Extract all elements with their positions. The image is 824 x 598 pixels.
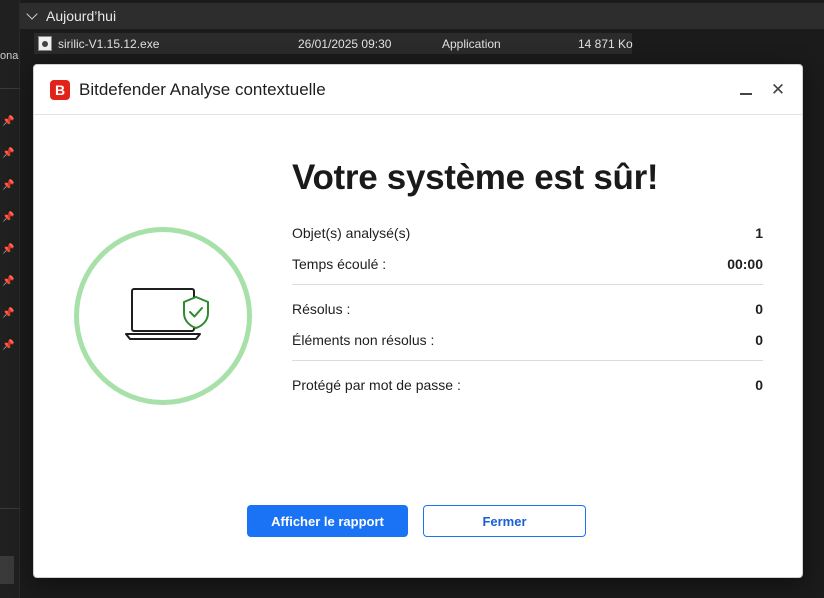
stat-label: Résolus : [292,301,351,317]
file-group-header[interactable]: Aujourd’hui [20,3,824,29]
close-icon[interactable]: ✕ [766,79,790,101]
stat-label: Éléments non résolus : [292,332,435,348]
stats-divider [292,284,763,285]
dialog-titlebar: B Bitdefender Analyse contextuelle ✕ [34,65,802,115]
minimize-button[interactable] [734,81,758,101]
file-date: 26/01/2025 09:30 [298,37,392,51]
stat-value: 1 [755,225,763,241]
stat-label: Objet(s) analysé(s) [292,225,411,241]
pin-icon[interactable]: 📌 [2,340,14,352]
stat-password-protected: Protégé par mot de passe : 0 [292,377,763,397]
stat-label: Temps écoulé : [292,256,387,272]
pin-icon[interactable]: 📌 [2,212,14,224]
nav-cut-label: ona [0,50,19,62]
stat-resolved: Résolus : 0 [292,301,763,321]
show-report-button[interactable]: Afficher le rapport [247,505,408,537]
scan-result-dialog: B Bitdefender Analyse contextuelle ✕ Vot… [33,64,803,578]
pin-icon[interactable]: 📌 [2,276,14,288]
nav-divider [0,88,20,89]
nav-divider [0,508,20,509]
stat-label: Protégé par mot de passe : [292,377,461,393]
stat-value: 0 [755,377,763,393]
stats-divider [292,360,763,361]
result-headline: Votre système est sûr! [292,158,659,197]
stat-elapsed: Temps écoulé : 00:00 [292,256,763,276]
file-size: 14 871 Ko [578,37,633,51]
stat-value: 0 [755,332,763,348]
group-header-label: Aujourd’hui [46,8,117,24]
laptop-shield-icon [125,288,209,340]
close-button[interactable]: Fermer [423,505,586,537]
stat-value: 00:00 [727,256,763,272]
file-type: Application [442,37,501,51]
bitdefender-logo-icon: B [50,80,70,100]
file-name: sirilic-V1.15.12.exe [58,37,160,51]
stat-unresolved: Éléments non résolus : 0 [292,332,763,352]
pin-icon[interactable]: 📌 [2,116,14,128]
file-icon [38,36,52,51]
stat-value: 0 [755,301,763,317]
pin-icon[interactable]: 📌 [2,180,14,192]
navigation-pane: ona 📌 📌 📌 📌 📌 📌 📌 📌 [0,0,20,598]
pin-icon[interactable]: 📌 [2,244,14,256]
pin-icon[interactable]: 📌 [2,148,14,160]
chevron-down-icon [26,8,38,20]
stat-scanned: Objet(s) analysé(s) 1 [292,225,763,245]
file-row[interactable]: sirilic-V1.15.12.exe 26/01/2025 09:30 Ap… [34,33,633,54]
nav-selected-item[interactable] [0,556,14,584]
pin-icon[interactable]: 📌 [2,308,14,320]
dialog-title: Bitdefender Analyse contextuelle [79,80,326,99]
